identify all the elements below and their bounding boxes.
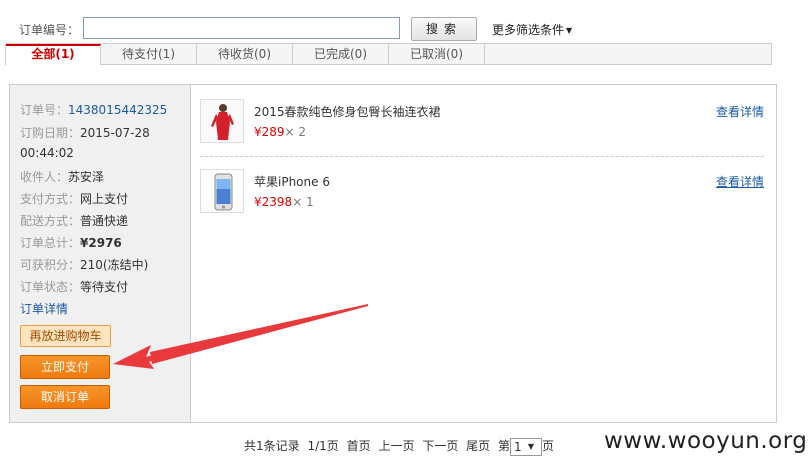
page-select-value: 1 (514, 439, 522, 454)
order-item: 苹果iPhone 6 ¥2398× 1 查看详情 (200, 169, 764, 229)
item-quantity: × 1 (292, 195, 314, 209)
total-label: 订单总计： (20, 236, 81, 250)
more-filters-dropdown[interactable]: 更多筛选条件 ▼ (492, 21, 572, 38)
receiver-row: 收件人：苏安泽 (20, 168, 104, 185)
payment-row: 支付方式：网上支付 (20, 190, 128, 207)
tab-completed[interactable]: 已完成(0) (293, 44, 389, 64)
points-row: 可获积分：210(冻结中) (20, 256, 148, 273)
chevron-down-icon: ▼ (527, 441, 535, 451)
item-price: ¥289 (254, 125, 285, 139)
item-price-row: ¥2398× 1 (254, 195, 314, 209)
tab-pending-receipt[interactable]: 待收货(0) (197, 44, 293, 64)
item-price-row: ¥289× 2 (254, 125, 306, 139)
receiver-label: 收件人： (20, 170, 69, 184)
tab-pending-payment[interactable]: 待支付(1) (101, 44, 197, 64)
order-time-row: 00:44:02 (20, 146, 74, 160)
order-number-row: 订单号：1438015442325 (20, 101, 167, 118)
item-name[interactable]: 2015春款纯色修身包臀长袖连衣裙 (254, 103, 441, 120)
tab-all[interactable]: 全部(1) (6, 44, 101, 65)
order-time-value: 00:44:02 (20, 146, 74, 160)
view-detail-link[interactable]: 查看详情 (716, 173, 764, 190)
pagination: 共1条记录 1/1页 首页 上一页 下一页 尾页 第 1 ▼ 页 (244, 437, 558, 456)
order-date-row: 订购日期：2015-07-28 (20, 124, 150, 141)
receiver-value: 苏安泽 (68, 170, 105, 184)
order-number-link[interactable]: 1438015442325 (68, 103, 167, 117)
item-price: ¥2398 (254, 195, 293, 209)
dress-thumbnail-icon[interactable] (200, 99, 244, 143)
item-divider (200, 156, 764, 157)
prev-page-link[interactable]: 上一页 (378, 439, 414, 453)
order-tabs: 全部(1) 待支付(1) 待收货(0) 已完成(0) 已取消(0) (5, 43, 772, 65)
payment-value: 网上支付 (80, 192, 129, 206)
next-page-link[interactable]: 下一页 (422, 439, 458, 453)
tab-cancelled[interactable]: 已取消(0) (389, 44, 485, 64)
delivery-label: 配送方式： (20, 214, 81, 228)
order-number-input[interactable] (83, 17, 400, 39)
order-info-panel: 订单号：1438015442325 订购日期：2015-07-28 00:44:… (10, 85, 191, 422)
search-label: 订单编号： (19, 23, 80, 37)
delivery-value: 普通快递 (80, 214, 129, 228)
order-detail-link[interactable]: 订单详情 (20, 300, 68, 317)
total-row: 订单总计：¥2976 (20, 234, 122, 251)
status-value: 等待支付 (80, 280, 129, 294)
order-card: 订单号：1438015442325 订购日期：2015-07-28 00:44:… (9, 84, 777, 423)
watermark: www.wooyun.org (604, 428, 808, 454)
phone-thumbnail-icon[interactable] (200, 169, 244, 213)
page-select[interactable]: 1 ▼ (510, 437, 543, 456)
order-date-value: 2015-07-28 (80, 126, 150, 140)
order-item: 2015春款纯色修身包臀长袖连衣裙 ¥289× 2 查看详情 (200, 99, 764, 159)
delivery-row: 配送方式：普通快递 (20, 212, 128, 229)
total-value: ¥2976 (80, 236, 122, 250)
points-value: 210(冻结中) (80, 258, 149, 272)
goto-suffix: 页 (542, 439, 555, 453)
item-quantity: × 2 (284, 125, 307, 139)
order-number-label: 订单号： (20, 103, 69, 117)
record-count: 共1条记录 (244, 439, 300, 453)
item-name[interactable]: 苹果iPhone 6 (254, 173, 330, 190)
last-page-link[interactable]: 尾页 (466, 439, 490, 453)
goto-prefix: 第 (498, 439, 511, 453)
cancel-order-button[interactable]: 取消订单 (20, 385, 110, 409)
points-label: 可获积分： (20, 258, 81, 272)
status-row: 订单状态：等待支付 (20, 278, 128, 295)
order-date-label: 订购日期： (20, 126, 81, 140)
search-button[interactable]: 搜索 (411, 17, 477, 41)
more-filters-label: 更多筛选条件 (492, 23, 565, 37)
caret-down-icon: ▼ (566, 26, 573, 35)
view-detail-link[interactable]: 查看详情 (716, 103, 764, 120)
pay-now-button[interactable]: 立即支付 (20, 355, 110, 379)
page-count: 1/1页 (307, 439, 339, 453)
first-page-link[interactable]: 首页 (347, 439, 371, 453)
status-label: 订单状态： (20, 280, 81, 294)
readd-to-cart-button[interactable]: 再放进购物车 (20, 325, 111, 347)
payment-label: 支付方式： (20, 192, 81, 206)
